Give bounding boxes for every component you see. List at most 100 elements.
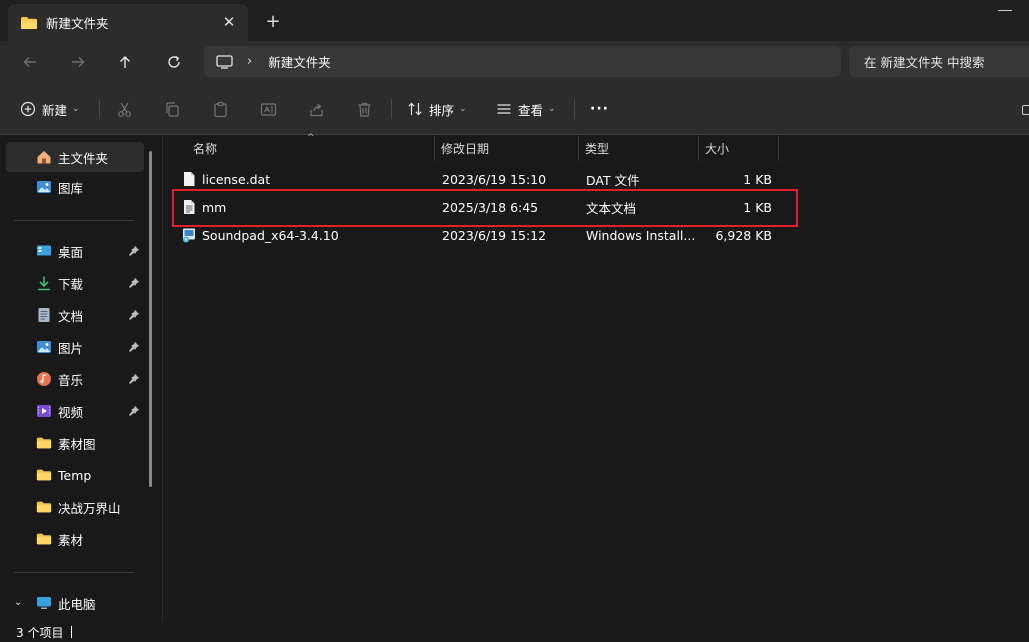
tab-bar: 新建文件夹 ✕ + <box>0 0 1029 41</box>
file-icon <box>184 172 195 186</box>
sidebar-item-label: 图片 <box>58 340 84 356</box>
column-header-type[interactable]: 类型 <box>579 135 699 161</box>
refresh-icon <box>168 55 180 68</box>
column-type-label: 类型 <box>585 141 610 156</box>
sidebar-item-home[interactable]: 主文件夹 <box>6 142 144 172</box>
pin-icon[interactable] <box>128 341 140 353</box>
chevron-down-icon: ⌄ <box>459 104 467 114</box>
sidebar-item-label: 素材 <box>58 532 84 548</box>
music-icon <box>36 371 52 387</box>
more-options-button[interactable]: ··· <box>590 97 609 121</box>
home-icon <box>36 149 52 165</box>
chevron-down-icon: ⌄ <box>72 104 80 114</box>
view-button[interactable]: 查看 ⌄ <box>496 97 556 121</box>
column-modified-label: 修改日期 <box>441 141 490 156</box>
folder-icon <box>36 435 52 451</box>
desktop-icon <box>36 243 52 259</box>
sidebar-item-documents[interactable]: 文档 <box>6 300 144 330</box>
document-icon <box>36 307 52 323</box>
plus-circle-icon <box>20 101 36 117</box>
sidebar-item-desktop[interactable]: 桌面 <box>6 236 144 266</box>
new-tab-button[interactable]: + <box>262 10 284 32</box>
arrow-up-icon <box>120 56 130 68</box>
search-placeholder: 在 新建文件夹 中搜索 <box>864 55 985 70</box>
rename-button[interactable] <box>260 97 277 121</box>
paste-button[interactable] <box>212 97 229 121</box>
pin-icon[interactable] <box>128 373 140 385</box>
minimize-button[interactable] <box>998 10 1012 11</box>
pin-icon[interactable] <box>128 405 140 417</box>
clipboard-icon <box>214 101 227 117</box>
item-count: 3 个项目 <box>16 625 64 640</box>
navigation-pane: 主文件夹 图库 桌面 下载 文档 图片 音乐 视频 素材图 Temp 决战万界山… <box>0 135 160 622</box>
pin-icon[interactable] <box>128 277 140 289</box>
command-bar: 新建 ⌄ 排序 ⌄ 查看 ⌄ ··· <box>0 83 1029 135</box>
toolbar-divider <box>391 99 392 119</box>
address-bar[interactable]: › 新建文件夹 <box>204 46 841 77</box>
installer-icon <box>183 228 195 243</box>
gallery-icon <box>36 179 52 195</box>
computer-icon <box>36 595 52 611</box>
share-icon <box>310 103 323 116</box>
copy-button[interactable] <box>164 97 181 121</box>
sidebar-item-label: 桌面 <box>58 244 84 260</box>
pin-icon[interactable] <box>128 309 140 321</box>
sidebar-item-pictures[interactable]: 图片 <box>6 332 144 362</box>
breadcrumb-current[interactable]: 新建文件夹 <box>268 52 331 71</box>
sort-ascending-icon: ^ <box>307 133 315 143</box>
sort-button[interactable]: 排序 ⌄ <box>407 97 467 121</box>
share-button[interactable] <box>308 97 325 121</box>
tab-label: 新建文件夹 <box>46 16 109 31</box>
delete-button[interactable] <box>356 97 373 121</box>
sidebar-item-label: 决战万界山 <box>58 500 121 516</box>
tab-current-folder[interactable]: 新建文件夹 ✕ <box>8 4 248 41</box>
folder-icon <box>36 499 52 515</box>
pictures-icon <box>36 339 52 355</box>
sidebar-item-this-pc[interactable]: 此电脑 <box>6 588 144 618</box>
sidebar-item-downloads[interactable]: 下载 <box>6 268 144 298</box>
sidebar-item-label: 此电脑 <box>58 596 96 612</box>
folder-icon <box>21 16 37 29</box>
sort-icon <box>408 102 422 116</box>
sidebar-item-folder-sucai[interactable]: 素材 <box>6 524 144 554</box>
breadcrumb-separator[interactable]: › <box>247 54 252 69</box>
details-pane-icon[interactable] <box>1022 105 1029 115</box>
back-button[interactable] <box>17 50 43 74</box>
sidebar-divider <box>14 220 134 221</box>
sidebar-item-folder-juezhan[interactable]: 决战万界山 <box>6 492 144 522</box>
sidebar-item-label: 文档 <box>58 308 84 324</box>
pin-icon[interactable] <box>128 245 140 257</box>
arrow-right-icon <box>72 57 85 67</box>
column-header-name[interactable]: 名称 ^ <box>163 133 435 161</box>
column-header-size[interactable]: 大小 <box>699 135 779 161</box>
sidebar-item-label: 图库 <box>58 180 84 196</box>
column-size-label: 大小 <box>705 141 730 156</box>
column-name-label: 名称 <box>193 141 218 156</box>
column-header-modified[interactable]: 修改日期 <box>435 135 579 161</box>
close-tab-button[interactable]: ✕ <box>220 13 238 31</box>
monitor-icon <box>216 54 233 69</box>
rename-icon <box>260 102 277 116</box>
sidebar-item-gallery[interactable]: 图库 <box>6 172 144 202</box>
sidebar-scrollbar[interactable] <box>149 151 152 487</box>
forward-button[interactable] <box>65 50 91 74</box>
sidebar-item-videos[interactable]: 视频 <box>6 396 144 426</box>
sidebar-item-folder-temp[interactable]: Temp <box>6 460 144 490</box>
sidebar-item-music[interactable]: 音乐 <box>6 364 144 394</box>
file-list: 名称 ^ 修改日期 类型 大小 license.dat 2023/6/19 15… <box>162 133 1029 622</box>
new-button[interactable]: 新建 ⌄ <box>20 97 80 121</box>
up-button[interactable] <box>112 50 138 74</box>
folder-icon <box>36 531 52 547</box>
sidebar-item-folder-sucaitu[interactable]: 素材图 <box>6 428 144 458</box>
sidebar-item-label: 下载 <box>58 276 84 292</box>
search-box[interactable]: 在 新建文件夹 中搜索 <box>849 46 1029 77</box>
sidebar-item-label: 视频 <box>58 404 84 420</box>
navigation-bar: › 新建文件夹 在 新建文件夹 中搜索 <box>0 41 1029 83</box>
chevron-down-icon: ⌄ <box>548 104 556 114</box>
status-separator <box>71 626 73 638</box>
cut-button[interactable] <box>116 97 133 121</box>
sort-label: 排序 <box>429 102 455 118</box>
download-icon <box>36 275 52 291</box>
arrow-left-icon <box>23 57 36 67</box>
refresh-button[interactable] <box>161 50 187 74</box>
